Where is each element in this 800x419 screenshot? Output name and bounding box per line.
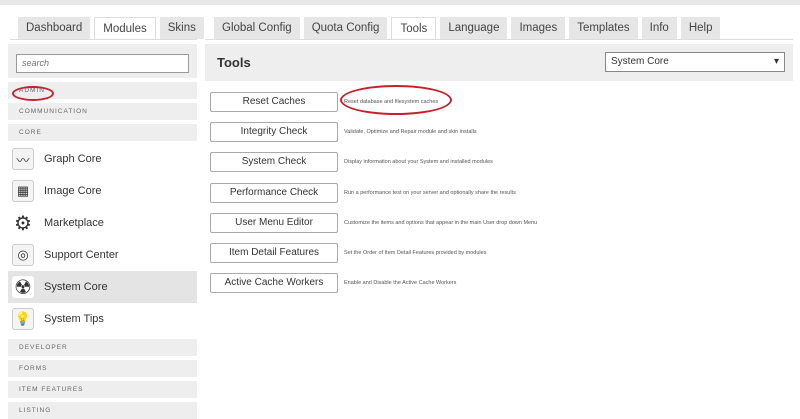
tool-row: User Menu Editor Customize the items and … — [210, 212, 538, 233]
module-label: Image Core — [44, 185, 102, 197]
module-item[interactable]: ◎ Support Center — [8, 239, 197, 271]
category-core[interactable]: CORE — [8, 124, 197, 141]
graph-icon: 〰 — [12, 148, 34, 170]
module-label: Graph Core — [44, 153, 102, 165]
module-item[interactable]: 💡 System Tips — [8, 303, 197, 335]
category-developer[interactable]: DEVELOPER — [8, 339, 197, 356]
annotation-circle-reset-desc — [340, 85, 452, 115]
category-forms[interactable]: FORMS — [8, 360, 197, 377]
tool-row: Active Cache Workers Enable and Disable t… — [210, 273, 457, 294]
search-input[interactable] — [16, 53, 189, 73]
category-item-features[interactable]: ITEM FEATURES — [8, 381, 197, 398]
lightbulb-icon: 💡 — [12, 308, 34, 330]
category-listing[interactable]: LISTING — [8, 402, 197, 419]
item-detail-features-button[interactable]: Item Detail Features — [210, 243, 338, 263]
tab-templates[interactable]: Templates — [569, 17, 638, 39]
module-label: Support Center — [44, 249, 119, 261]
tab-quota-config[interactable]: Quota Config — [303, 17, 388, 39]
tab-language[interactable]: Language — [440, 17, 508, 39]
lifebuoy-icon: ◎ — [12, 244, 34, 266]
module-item[interactable]: ⚙ Marketplace — [8, 207, 197, 239]
tab-help[interactable]: Help — [680, 17, 721, 39]
tool-row: System Check Display information about yo… — [210, 152, 493, 173]
gear-icon: ⚙ — [14, 212, 32, 235]
page-title: Tools — [217, 55, 251, 70]
tool-row: Item Detail Features Set the Order of Ite… — [210, 243, 486, 263]
performance-check-button[interactable]: Performance Check — [210, 182, 338, 203]
category-communication[interactable]: COMMUNICATION — [8, 103, 197, 120]
top-bar — [0, 0, 800, 5]
select-value: System Core — [611, 56, 669, 67]
tab-dashboard[interactable]: Dashboard — [18, 17, 91, 39]
module-item[interactable]: ▦ Image Core — [8, 175, 197, 207]
tool-description: Display information about your System an… — [344, 159, 493, 166]
module-select[interactable]: System Core ▾ — [605, 52, 785, 72]
chevron-down-icon: ▾ — [773, 56, 779, 67]
tool-description: Customize the items and options that app… — [344, 219, 538, 226]
user-menu-editor-button[interactable]: User Menu Editor — [210, 212, 338, 233]
tab-global-config[interactable]: Global Config — [214, 17, 300, 39]
tool-description: Validate, Optimize and Repair module and… — [344, 129, 477, 136]
active-cache-workers-button[interactable]: Active Cache Workers — [210, 273, 338, 294]
right-tabs: Global Config Quota Config Tools Language Im… — [205, 17, 793, 40]
tab-images[interactable]: Images — [511, 17, 566, 39]
tool-description: Enable and Disable the Active Cache Work… — [344, 280, 457, 287]
tab-modules[interactable]: Modules — [94, 17, 156, 39]
module-item[interactable]: 〰 Graph Core — [8, 143, 197, 175]
system-check-button[interactable]: System Check — [210, 152, 338, 173]
reset-caches-button[interactable]: Reset Caches — [210, 92, 338, 112]
tool-row: Performance Check Run a performance test … — [210, 182, 516, 203]
tab-tools[interactable]: Tools — [391, 17, 437, 39]
tool-description: Set the Order of Item Detail Features pr… — [344, 250, 487, 256]
tool-description: Run a performance test on your server an… — [344, 189, 516, 196]
tab-info[interactable]: Info — [641, 17, 677, 39]
radiation-icon: ☢ — [12, 276, 34, 299]
module-label: Marketplace — [44, 217, 104, 229]
tab-skins[interactable]: Skins — [159, 17, 204, 39]
image-icon: ▦ — [12, 180, 34, 202]
annotation-circle-admin — [12, 86, 54, 101]
tools-panel: Tools System Core ▾ Reset Caches Reset dat… — [205, 44, 793, 294]
module-label: System Tips — [44, 313, 104, 325]
module-label: System Core — [44, 281, 108, 293]
integrity-check-button[interactable]: Integrity Check — [210, 122, 338, 143]
module-item[interactable]: ☢ System Core — [8, 271, 197, 303]
tool-row: Integrity Check Validate, Optimize and Re… — [210, 122, 477, 143]
left-tabs: Dashboard Modules Skins — [10, 17, 204, 40]
